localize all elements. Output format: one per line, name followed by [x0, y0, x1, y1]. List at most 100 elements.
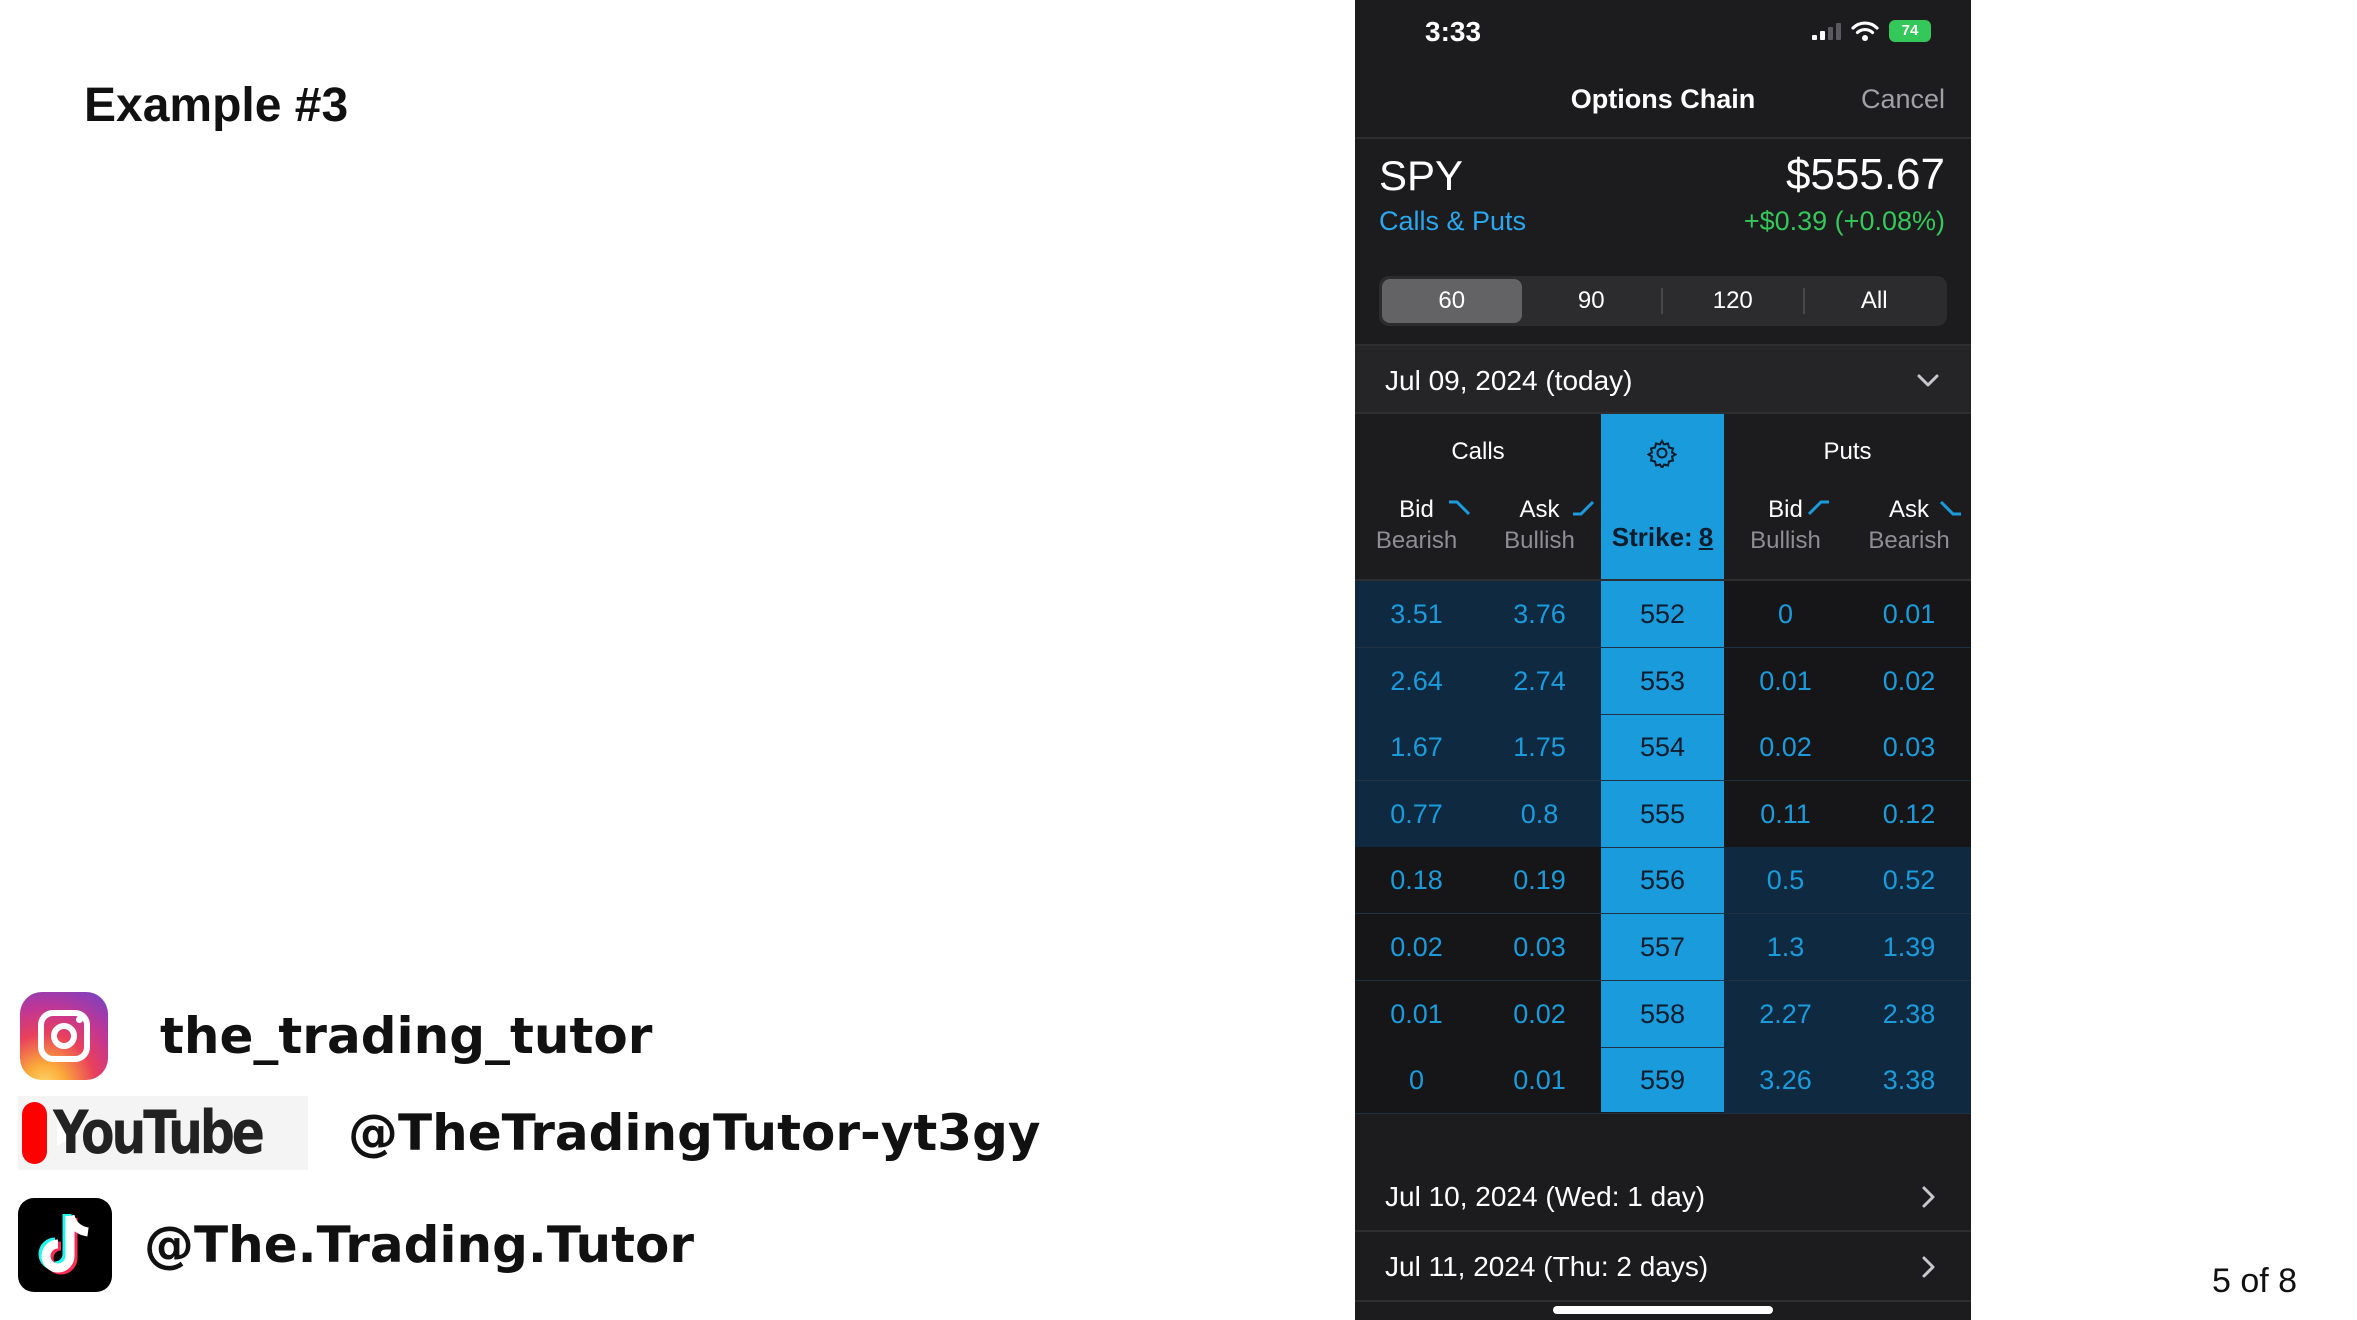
call-ask-cell[interactable]: 0.19 [1478, 847, 1601, 914]
chain-row[interactable]: 0 0.01 559 3.26 3.38 [1355, 1047, 1971, 1115]
chain-row[interactable]: 3.51 3.76 552 0 0.01 [1355, 581, 1971, 648]
strike-range-segmented-control: 60 90 120 All [1379, 276, 1947, 326]
puts-header: Puts [1823, 438, 1872, 465]
call-ask-sentiment: Bullish [1504, 527, 1575, 554]
instagram-row: the_trading_tutor [20, 992, 652, 1080]
youtube-row: YouTube @TheTradingTutor-yt3gy [18, 1096, 1040, 1170]
calls-header: Calls [1451, 438, 1505, 465]
chevron-down-icon [1917, 374, 1939, 387]
call-bid-cell[interactable]: 2.64 [1355, 647, 1478, 714]
instagram-icon [20, 992, 108, 1080]
call-bid-cell[interactable]: 0.18 [1355, 847, 1478, 914]
chevron-right-icon [1922, 1256, 1935, 1278]
bullish-trend-icon [1573, 500, 1595, 516]
strike-cell: 555 [1639, 798, 1686, 829]
battery-icon: 74 [1889, 20, 1931, 42]
strike-cell: 556 [1639, 865, 1686, 896]
put-bid-cell[interactable]: 0.11 [1724, 780, 1847, 847]
strike-cell: 558 [1639, 998, 1686, 1029]
expiration-row[interactable]: Jul 11, 2024 (Thu: 2 days) [1355, 1232, 1971, 1302]
nav-divider [1355, 137, 1971, 139]
strike-cell: 559 [1639, 1065, 1686, 1096]
call-ask-cell[interactable]: 1.75 [1478, 714, 1601, 781]
put-bid-cell[interactable]: 3.26 [1724, 1047, 1847, 1114]
put-bid-cell[interactable]: 0 [1724, 581, 1847, 647]
bearish-trend-icon [1939, 500, 1961, 516]
put-ask-cell[interactable]: 1.39 [1847, 914, 1971, 980]
chain-row[interactable]: 0.18 0.19 556 0.5 0.52 [1355, 847, 1971, 915]
youtube-wordmark: YouTube [53, 1098, 265, 1168]
strike-cell: 554 [1639, 732, 1686, 763]
call-bid-sentiment: Bearish [1375, 527, 1458, 554]
range-tab-60[interactable]: 60 [1382, 279, 1522, 323]
call-bid-cell[interactable]: 0.77 [1355, 780, 1478, 847]
call-ask-cell[interactable]: 3.76 [1478, 581, 1601, 647]
price-change: +$0.39 (+0.08%) [1743, 206, 1945, 236]
put-ask-sentiment: Bearish [1868, 527, 1950, 554]
youtube-logo: YouTube [18, 1096, 308, 1170]
put-bid-cell[interactable]: 0.02 [1724, 714, 1847, 781]
expiration-label: Jul 09, 2024 (today) [1385, 365, 1633, 396]
put-bid-cell[interactable]: 1.3 [1724, 914, 1847, 980]
call-ask-cell[interactable]: 0.01 [1478, 1047, 1601, 1114]
strike-cell: 557 [1639, 932, 1686, 962]
gear-icon[interactable] [1647, 438, 1677, 468]
page-indicator: 5 of 8 [2212, 1262, 2298, 1300]
cancel-button[interactable]: Cancel [1861, 84, 1945, 115]
instagram-handle: the_trading_tutor [160, 1007, 653, 1065]
status-bar: 3:33 74 [1355, 0, 1971, 64]
put-bid-cell[interactable]: 2.27 [1724, 980, 1847, 1047]
call-ask-cell[interactable]: 0.8 [1478, 780, 1601, 847]
bearish-trend-icon [1449, 500, 1471, 516]
range-tab-90[interactable]: 90 [1522, 279, 1662, 323]
wifi-icon [1851, 21, 1879, 41]
chain-row[interactable]: 0.01 0.02 558 2.27 2.38 [1355, 980, 1971, 1048]
options-chain-table: Calls Puts Bid Bearish Ask Bullish Strik… [1355, 414, 1971, 1115]
put-ask-cell[interactable]: 2.38 [1847, 980, 1971, 1047]
tiktok-row: @The.Trading.Tutor [18, 1198, 694, 1292]
expiration-label: Jul 10, 2024 (Wed: 1 day) [1385, 1181, 1706, 1212]
ticker-symbol: SPY [1379, 152, 1464, 199]
put-ask-cell[interactable]: 0.01 [1847, 581, 1971, 647]
expiration-row[interactable]: Jul 10, 2024 (Wed: 1 day) [1355, 1162, 1971, 1232]
range-tab-120[interactable]: 120 [1663, 279, 1803, 323]
chain-row[interactable]: 1.67 1.75 554 0.02 0.03 [1355, 714, 1971, 782]
put-ask-cell[interactable]: 0.03 [1847, 714, 1971, 781]
option-type-selector[interactable]: Calls & Puts [1379, 206, 1526, 237]
call-bid-cell[interactable]: 0.02 [1355, 914, 1478, 980]
cellular-signal-icon [1812, 22, 1841, 40]
bullish-trend-icon [1807, 500, 1829, 516]
call-ask-cell[interactable]: 2.74 [1478, 647, 1601, 714]
put-ask-cell[interactable]: 3.38 [1847, 1047, 1971, 1114]
put-bid-cell[interactable]: 0.5 [1724, 847, 1847, 914]
call-bid-cell[interactable]: 0 [1355, 1047, 1478, 1114]
chain-row[interactable]: 0.02 0.03 557 1.3 1.39 [1355, 914, 1971, 981]
row-divider [1355, 1113, 1971, 1115]
youtube-handle: @TheTradingTutor-yt3gy [348, 1104, 1041, 1162]
strike-header[interactable]: Strike: 8 [1601, 522, 1724, 553]
put-bid-cell[interactable]: 0.01 [1724, 647, 1847, 714]
strike-cell: 552 [1639, 599, 1686, 629]
expiration-label: Jul 11, 2024 (Thu: 2 days) [1385, 1251, 1709, 1282]
chain-row[interactable]: 2.64 2.74 553 0.01 0.02 [1355, 647, 1971, 715]
call-bid-cell[interactable]: 3.51 [1355, 581, 1478, 647]
strike-count[interactable]: 8 [1699, 522, 1713, 552]
tiktok-handle: @The.Trading.Tutor [144, 1216, 695, 1274]
put-ask-cell[interactable]: 0.12 [1847, 780, 1971, 847]
chain-row[interactable]: 0.77 0.8 555 0.11 0.12 [1355, 780, 1971, 848]
expiration-row-current[interactable]: Jul 09, 2024 (today) [1355, 344, 1971, 414]
tiktok-icon [18, 1198, 112, 1292]
put-ask-cell[interactable]: 0.02 [1847, 647, 1971, 714]
call-ask-cell[interactable]: 0.03 [1478, 914, 1601, 980]
chevron-right-icon [1922, 1186, 1935, 1208]
call-bid-cell[interactable]: 1.67 [1355, 714, 1478, 781]
phone-screenshot: 3:33 74 Options Chain Cancel SPY $555.67… [1355, 0, 1971, 1320]
call-bid-cell[interactable]: 0.01 [1355, 980, 1478, 1047]
put-bid-sentiment: Bullish [1750, 527, 1821, 554]
status-icons: 74 [1812, 20, 1931, 42]
slide-title: Example #3 [84, 79, 349, 132]
put-ask-cell[interactable]: 0.52 [1847, 847, 1971, 914]
call-ask-cell[interactable]: 0.02 [1478, 980, 1601, 1047]
strike-label: Strike: [1611, 522, 1693, 552]
range-tab-all[interactable]: All [1805, 279, 1945, 323]
